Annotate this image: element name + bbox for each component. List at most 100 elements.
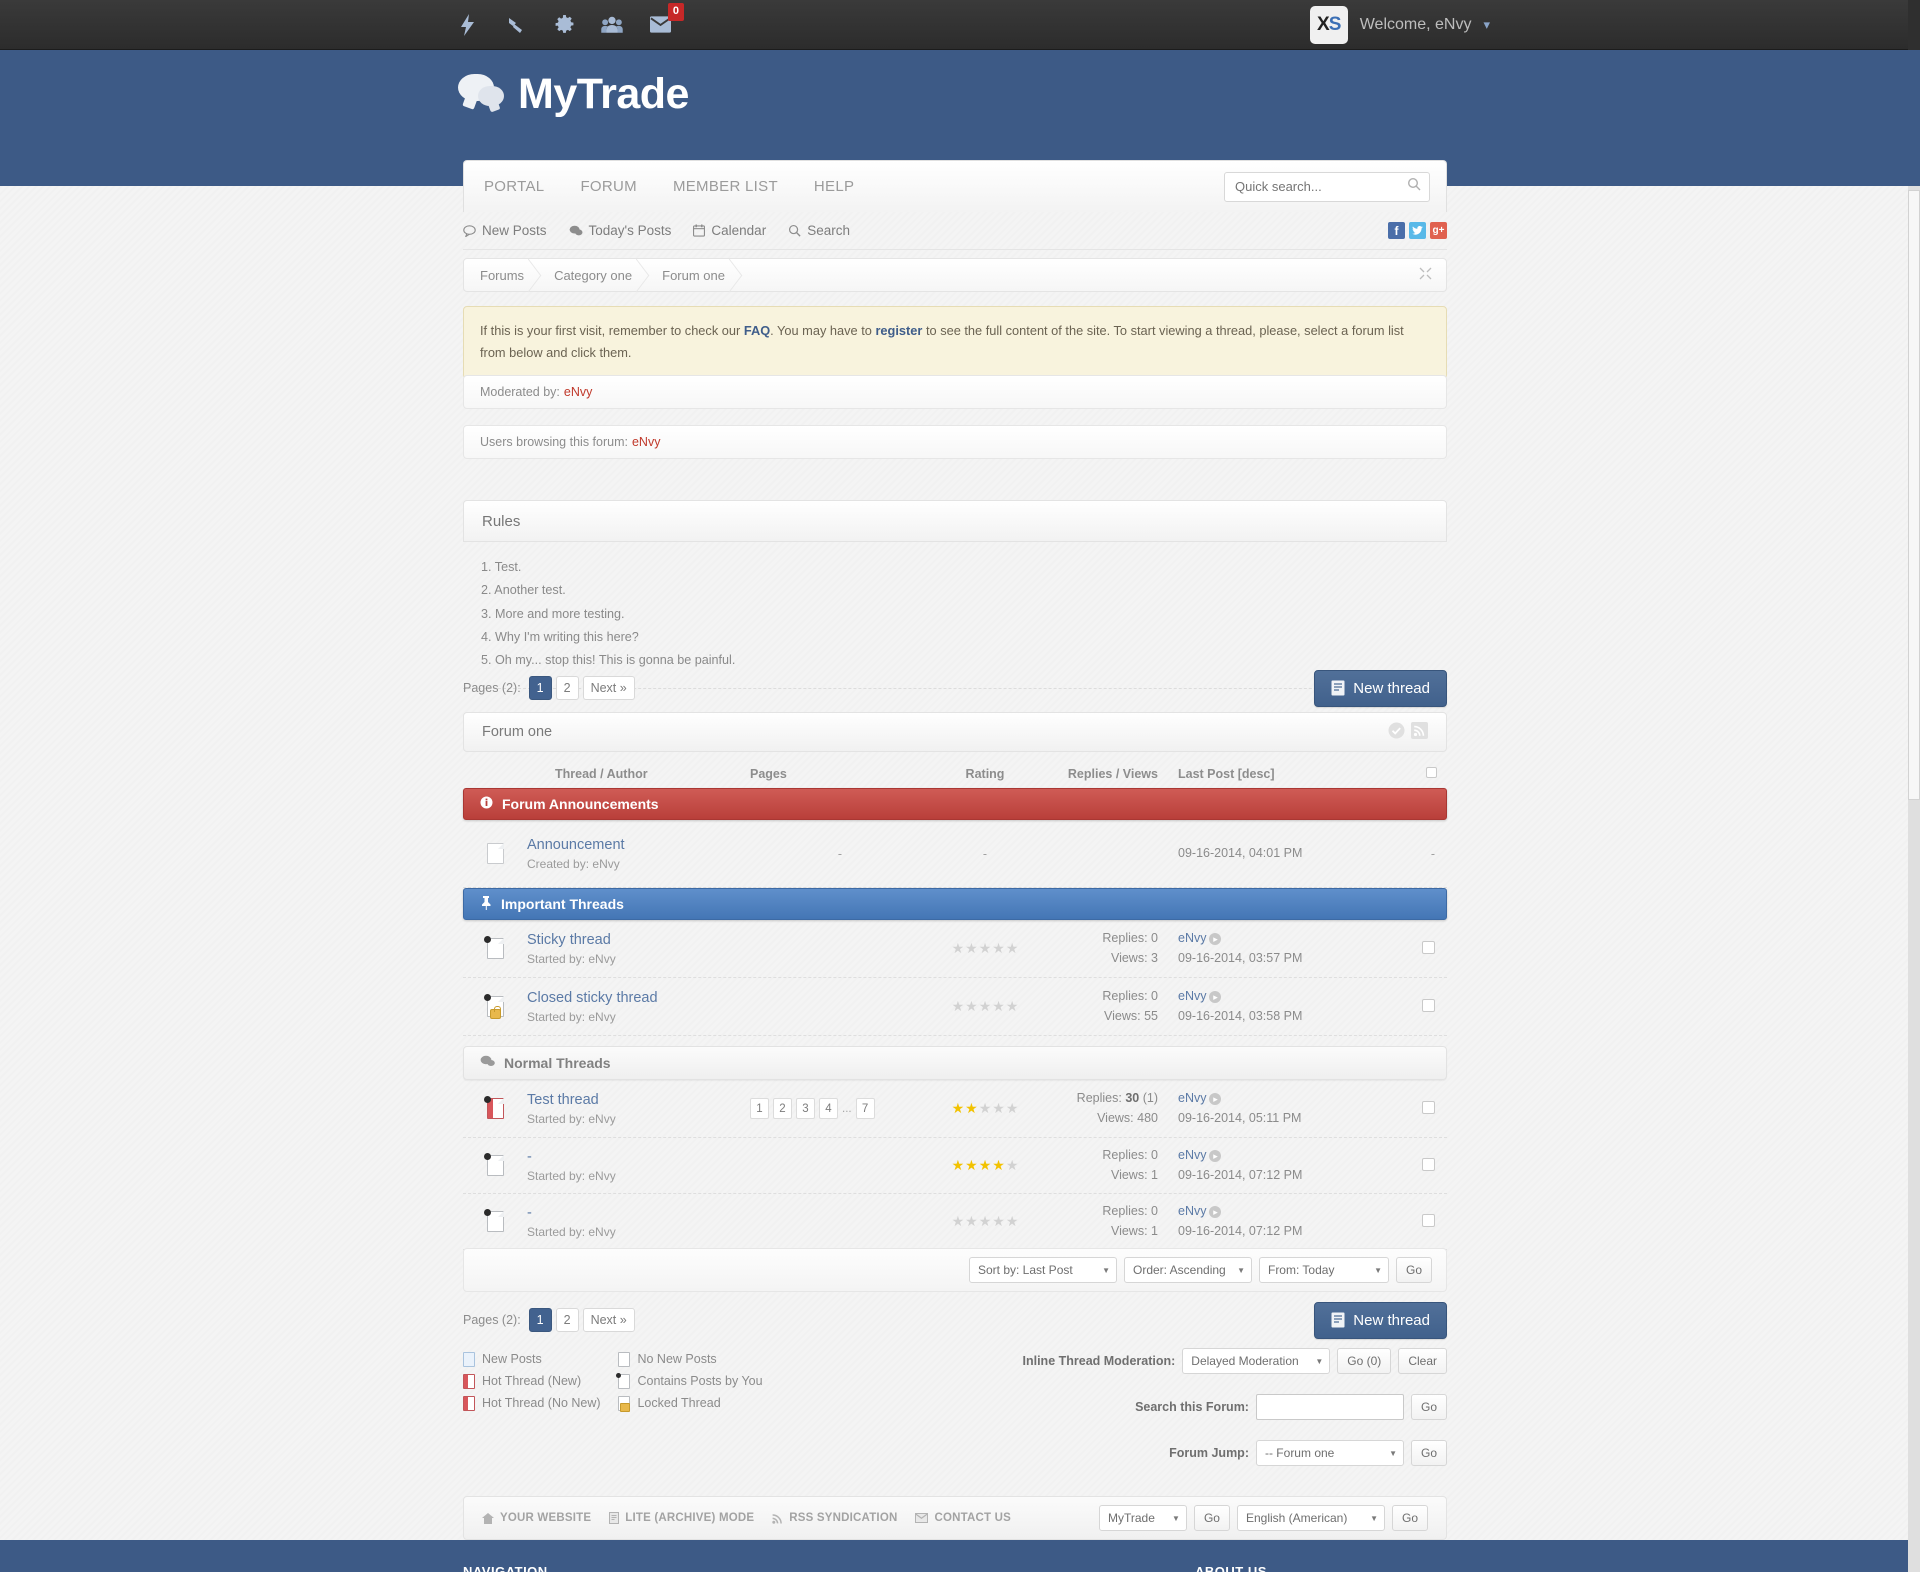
chevron-down-icon[interactable]: ▾ — [1483, 17, 1490, 33]
nav-item-portal[interactable]: PORTAL — [464, 178, 562, 195]
moderated-by-user[interactable]: eNvy — [564, 385, 592, 399]
page-button-1[interactable]: 1 — [528, 676, 552, 700]
envelope-icon[interactable]: 0 — [647, 2, 684, 38]
sort-go-button[interactable]: Go — [1395, 1257, 1432, 1283]
thread-rating[interactable]: ★ ★ ★ ★ ★ — [930, 1100, 1040, 1117]
user-menu[interactable]: XS Welcome, eNvy ▾ — [1309, 5, 1490, 44]
author-name[interactable]: eNvy — [588, 1225, 615, 1239]
language-go-button[interactable]: Go — [1391, 1505, 1428, 1531]
table-row[interactable]: Test thread Started by: eNvy 1 2 3 4 ...… — [463, 1080, 1447, 1138]
row-checkbox[interactable] — [1422, 940, 1435, 957]
page-button-1[interactable]: 1 — [528, 1308, 552, 1332]
inline-mod-go-button[interactable]: Go (0) — [1337, 1348, 1392, 1374]
last-post-user[interactable]: eNvy — [1178, 1148, 1206, 1162]
sort-by-select[interactable]: Sort by: Last Post — [968, 1257, 1117, 1283]
goto-last-post-icon[interactable]: ▸ — [1209, 1205, 1222, 1218]
footer-link-your-website[interactable]: YOUR WEBSITE — [482, 1512, 591, 1524]
collapse-icon[interactable] — [1419, 267, 1432, 283]
language-select[interactable]: English (American) — [1236, 1505, 1385, 1531]
footer-link-lite-mode[interactable]: LITE (ARCHIVE) MODE — [609, 1512, 754, 1524]
author-name[interactable]: eNvy — [588, 1112, 615, 1126]
footer-link-rss[interactable]: RSS SYNDICATION — [772, 1512, 897, 1524]
faq-link[interactable]: FAQ — [744, 323, 770, 338]
gear-icon[interactable] — [551, 12, 577, 38]
row-checkbox[interactable] — [1422, 1157, 1435, 1174]
column-thread-author[interactable]: Thread / Author — [555, 767, 750, 781]
thread-page-link[interactable]: 2 — [773, 1098, 792, 1119]
users-browsing-user[interactable]: eNvy — [632, 435, 660, 449]
table-row[interactable]: Closed sticky thread Started by: eNvy ★ ★… — [463, 978, 1447, 1036]
rss-icon[interactable] — [1411, 721, 1428, 743]
link-calendar[interactable]: Calendar — [693, 223, 766, 238]
search-forum-go-button[interactable]: Go — [1410, 1394, 1447, 1420]
breadcrumb-item-forum-one[interactable]: Forum one — [646, 259, 739, 291]
forum-jump-select[interactable]: -- Forum one — [1255, 1440, 1404, 1466]
author-name[interactable]: eNvy — [592, 857, 619, 871]
twitter-icon[interactable] — [1409, 222, 1426, 239]
register-link[interactable]: register — [875, 323, 922, 338]
flag-icon[interactable] — [503, 12, 529, 38]
users-icon[interactable] — [599, 12, 625, 38]
nav-item-help[interactable]: HELP — [796, 178, 872, 195]
table-row[interactable]: Announcement Created by: eNvy - - 09-16-… — [463, 820, 1447, 888]
thread-rating[interactable]: ★ ★ ★ ★ ★ — [930, 940, 1040, 957]
last-post-user[interactable]: eNvy — [1178, 931, 1206, 945]
thread-rating[interactable]: ★ ★ ★ ★ ★ — [930, 1157, 1040, 1174]
row-checkbox[interactable] — [1422, 1100, 1435, 1117]
thread-rating[interactable]: ★ ★ ★ ★ ★ — [930, 998, 1040, 1015]
quick-search-box[interactable] — [1224, 171, 1430, 202]
table-row[interactable]: - Started by: eNvy ★ ★ ★ ★ ★ Replies: 0 View… — [463, 1138, 1447, 1194]
author-name[interactable]: eNvy — [588, 952, 615, 966]
thread-title-link[interactable]: - — [527, 1205, 750, 1221]
author-name[interactable]: eNvy — [588, 1169, 615, 1183]
search-icon[interactable] — [1407, 177, 1421, 196]
last-post-user[interactable]: eNvy — [1178, 1091, 1206, 1105]
last-post-user[interactable]: eNvy — [1178, 989, 1206, 1003]
new-thread-button[interactable]: New thread — [1314, 669, 1447, 707]
column-replies-views[interactable]: Replies / Views — [1040, 767, 1158, 781]
goto-last-post-icon[interactable]: ▸ — [1209, 1092, 1222, 1105]
select-all-checkbox[interactable] — [1426, 767, 1437, 781]
nav-item-forum[interactable]: FORUM — [562, 178, 655, 195]
thread-page-link[interactable]: 3 — [796, 1098, 815, 1119]
search-input[interactable] — [1225, 172, 1429, 201]
mark-read-icon[interactable] — [1388, 722, 1405, 743]
lightning-icon[interactable] — [455, 12, 481, 38]
announcement-title-link[interactable]: Announcement — [527, 837, 750, 853]
page-button-2[interactable]: 2 — [555, 676, 579, 700]
thread-title-link[interactable]: Sticky thread — [527, 932, 750, 948]
breadcrumb-item-category-one[interactable]: Category one — [538, 259, 646, 291]
new-thread-button[interactable]: New thread — [1314, 1301, 1447, 1339]
page-button-2[interactable]: 2 — [555, 1308, 579, 1332]
footer-link-contact-us[interactable]: CONTACT US — [915, 1512, 1011, 1524]
site-logo[interactable]: MyTrade — [458, 70, 689, 119]
facebook-icon[interactable]: f — [1388, 222, 1405, 239]
link-todays-posts[interactable]: Today's Posts — [569, 223, 671, 238]
goto-last-post-icon[interactable]: ▸ — [1209, 1149, 1222, 1162]
forum-jump-go-button[interactable]: Go — [1410, 1440, 1447, 1466]
goto-last-post-icon[interactable]: ▸ — [1209, 932, 1222, 945]
row-checkbox[interactable] — [1422, 998, 1435, 1015]
thread-title-link[interactable]: - — [527, 1149, 750, 1165]
thread-title-link[interactable]: Test thread — [527, 1092, 750, 1108]
page-next-button[interactable]: Next » — [582, 1308, 635, 1332]
page-next-button[interactable]: Next » — [582, 676, 635, 700]
theme-select[interactable]: MyTrade — [1098, 1505, 1187, 1531]
table-row[interactable]: - Started by: eNvy ★ ★ ★ ★ ★ Replies: 0 View… — [463, 1194, 1447, 1250]
author-name[interactable]: eNvy — [588, 1010, 615, 1024]
theme-go-button[interactable]: Go — [1193, 1505, 1230, 1531]
row-checkbox[interactable] — [1422, 1213, 1435, 1230]
link-new-posts[interactable]: New Posts — [463, 223, 547, 238]
googleplus-icon[interactable]: g+ — [1430, 222, 1447, 239]
inline-mod-select[interactable]: Delayed Moderation — [1182, 1348, 1331, 1374]
table-row[interactable]: Sticky thread Started by: eNvy ★ ★ ★ ★ ★ Rep… — [463, 920, 1447, 978]
thread-rating[interactable]: ★ ★ ★ ★ ★ — [930, 1213, 1040, 1230]
goto-last-post-icon[interactable]: ▸ — [1209, 990, 1222, 1003]
column-rating[interactable]: Rating — [930, 767, 1040, 781]
thread-page-link[interactable]: 7 — [855, 1098, 875, 1119]
column-last-post[interactable]: Last Post [desc] — [1158, 767, 1328, 781]
thread-title-link[interactable]: Closed sticky thread — [527, 990, 750, 1006]
from-select[interactable]: From: Today — [1258, 1257, 1389, 1283]
thread-page-link[interactable]: 1 — [750, 1098, 769, 1119]
order-select[interactable]: Order: Ascending — [1123, 1257, 1252, 1283]
